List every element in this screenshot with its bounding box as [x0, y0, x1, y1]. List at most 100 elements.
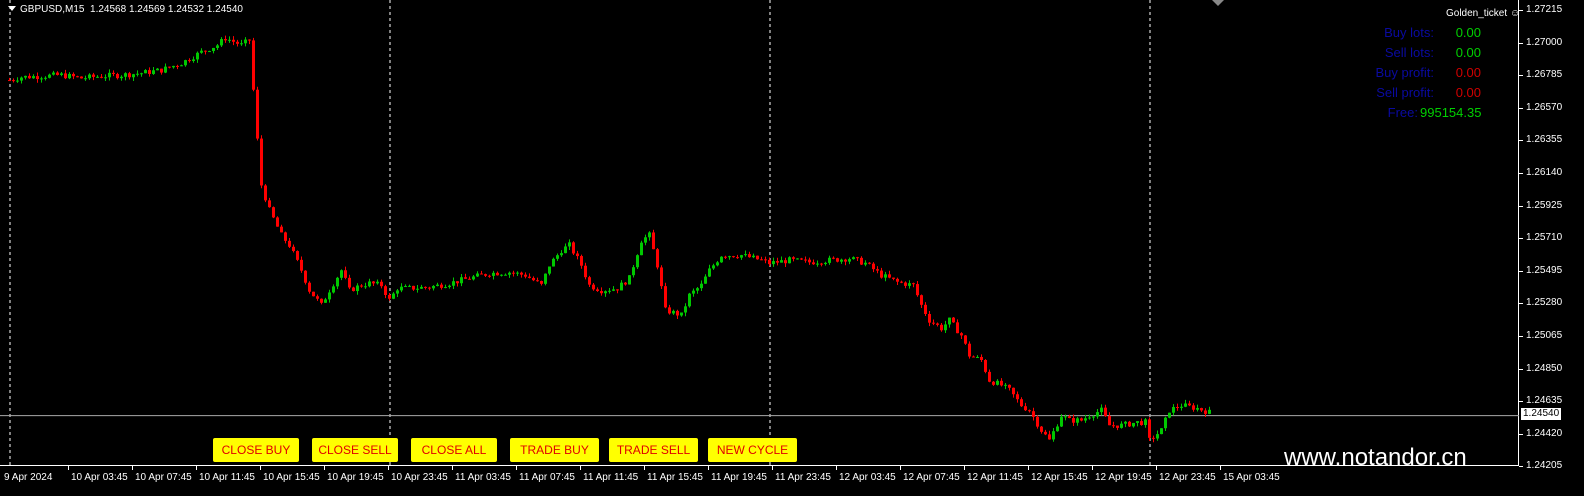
candle-body	[668, 307, 671, 314]
candle-body	[788, 257, 791, 264]
candle-body	[804, 259, 807, 261]
candle-body	[16, 80, 19, 82]
price-tick	[1519, 368, 1523, 370]
candle-body	[556, 255, 559, 259]
price-label: 1.25065	[1526, 330, 1563, 341]
candle-body	[544, 273, 547, 284]
candle-body	[1048, 434, 1051, 440]
time-label: 11 Apr 23:45	[775, 472, 831, 483]
candle-body	[392, 293, 395, 299]
candle-body	[1056, 426, 1059, 432]
candle-body	[1124, 421, 1127, 424]
expert-name: Golden_ticket	[1446, 8, 1508, 19]
candle-body	[380, 281, 383, 287]
candle-body	[548, 266, 551, 274]
candle-body	[764, 259, 767, 261]
candle-body	[332, 286, 335, 293]
candle-body	[368, 281, 371, 287]
candle-body	[540, 281, 543, 284]
candle-body	[676, 310, 679, 316]
candle-body	[644, 237, 647, 243]
time-label: 11 Apr 03:45	[455, 472, 511, 483]
candle-body	[324, 299, 327, 303]
candle-body	[1132, 422, 1135, 427]
candle-body	[616, 289, 619, 291]
price-tick	[1519, 173, 1523, 174]
candle-body	[864, 262, 867, 265]
candle-body	[456, 281, 459, 284]
candle-body	[1068, 416, 1071, 419]
candle-body	[364, 286, 367, 288]
candle-body	[1036, 416, 1039, 427]
current-price-label: 1.24540	[1521, 408, 1562, 420]
price-label: 1.26355	[1526, 134, 1563, 146]
candle-body	[580, 256, 583, 266]
candle-body	[1044, 431, 1047, 435]
candle-body	[1096, 412, 1099, 417]
candle-body	[528, 276, 531, 278]
candle-body	[1040, 426, 1043, 432]
candle-body	[80, 76, 83, 79]
sell-lots-value: 0.00	[1455, 45, 1481, 60]
close-all-button[interactable]: CLOSE ALL	[411, 438, 497, 462]
candle-body	[812, 262, 815, 265]
new-cycle-button[interactable]: NEW CYCLE	[708, 438, 797, 462]
candle-body	[108, 72, 111, 78]
close-sell-button[interactable]: CLOSE SELL	[312, 438, 398, 462]
trade-buy-button[interactable]: TRADE BUY	[510, 438, 599, 462]
chart-shift-marker[interactable]	[1212, 0, 1224, 6]
candle-body	[608, 290, 611, 292]
candle-body	[8, 80, 11, 82]
candle-body	[412, 285, 415, 290]
candle-body	[908, 283, 911, 286]
candle-body	[1200, 408, 1203, 411]
candle-body	[1180, 406, 1183, 408]
menu-triangle-icon[interactable]	[8, 6, 16, 11]
candle-body	[204, 50, 207, 52]
candle-body	[132, 74, 135, 78]
trade-sell-button[interactable]: TRADE SELL	[609, 438, 698, 462]
candle-body	[44, 77, 47, 79]
chart-area[interactable]	[0, 0, 1519, 466]
candle-body	[768, 259, 771, 265]
candle-body	[1204, 410, 1207, 414]
time-tick	[708, 466, 709, 470]
watermark: www.notandor.cn	[1284, 444, 1467, 471]
candle-body	[980, 356, 983, 360]
candle-body	[636, 255, 639, 268]
candle-body	[860, 257, 863, 265]
candle-body	[736, 257, 739, 259]
candle-body	[500, 274, 503, 276]
candle-body	[160, 68, 163, 73]
close-buy-button[interactable]: CLOSE BUY	[213, 438, 299, 462]
candle-body	[284, 232, 287, 241]
candle-body	[192, 59, 195, 62]
time-tick	[836, 466, 837, 470]
candle-body	[976, 356, 979, 358]
candle-body	[1092, 416, 1095, 418]
expert-advisor-label[interactable]: Golden_ticket ☺	[1446, 8, 1520, 19]
price-label: 1.24420	[1526, 427, 1563, 439]
candle-body	[940, 324, 943, 331]
candle-body	[968, 343, 971, 357]
candle-body	[316, 296, 319, 299]
price-tick	[1519, 238, 1523, 240]
candle-body	[432, 285, 435, 289]
candle-body	[792, 257, 795, 259]
candle-body	[816, 263, 819, 265]
candle-body	[164, 66, 167, 73]
candle-body	[1156, 434, 1159, 439]
candle-body	[1160, 428, 1163, 435]
time-tick	[388, 466, 389, 470]
price-tick	[1519, 140, 1523, 142]
candle-body	[484, 274, 487, 276]
candle-body	[1020, 399, 1023, 407]
candle-body	[700, 283, 703, 289]
price-tick	[1519, 303, 1523, 305]
candle-body	[1076, 418, 1079, 423]
time-label: 12 Apr 19:45	[1095, 472, 1152, 483]
candle-body	[476, 273, 479, 277]
candle-body	[1032, 411, 1035, 417]
price-label: 1.25710	[1526, 232, 1563, 244]
candle-body	[452, 281, 455, 286]
